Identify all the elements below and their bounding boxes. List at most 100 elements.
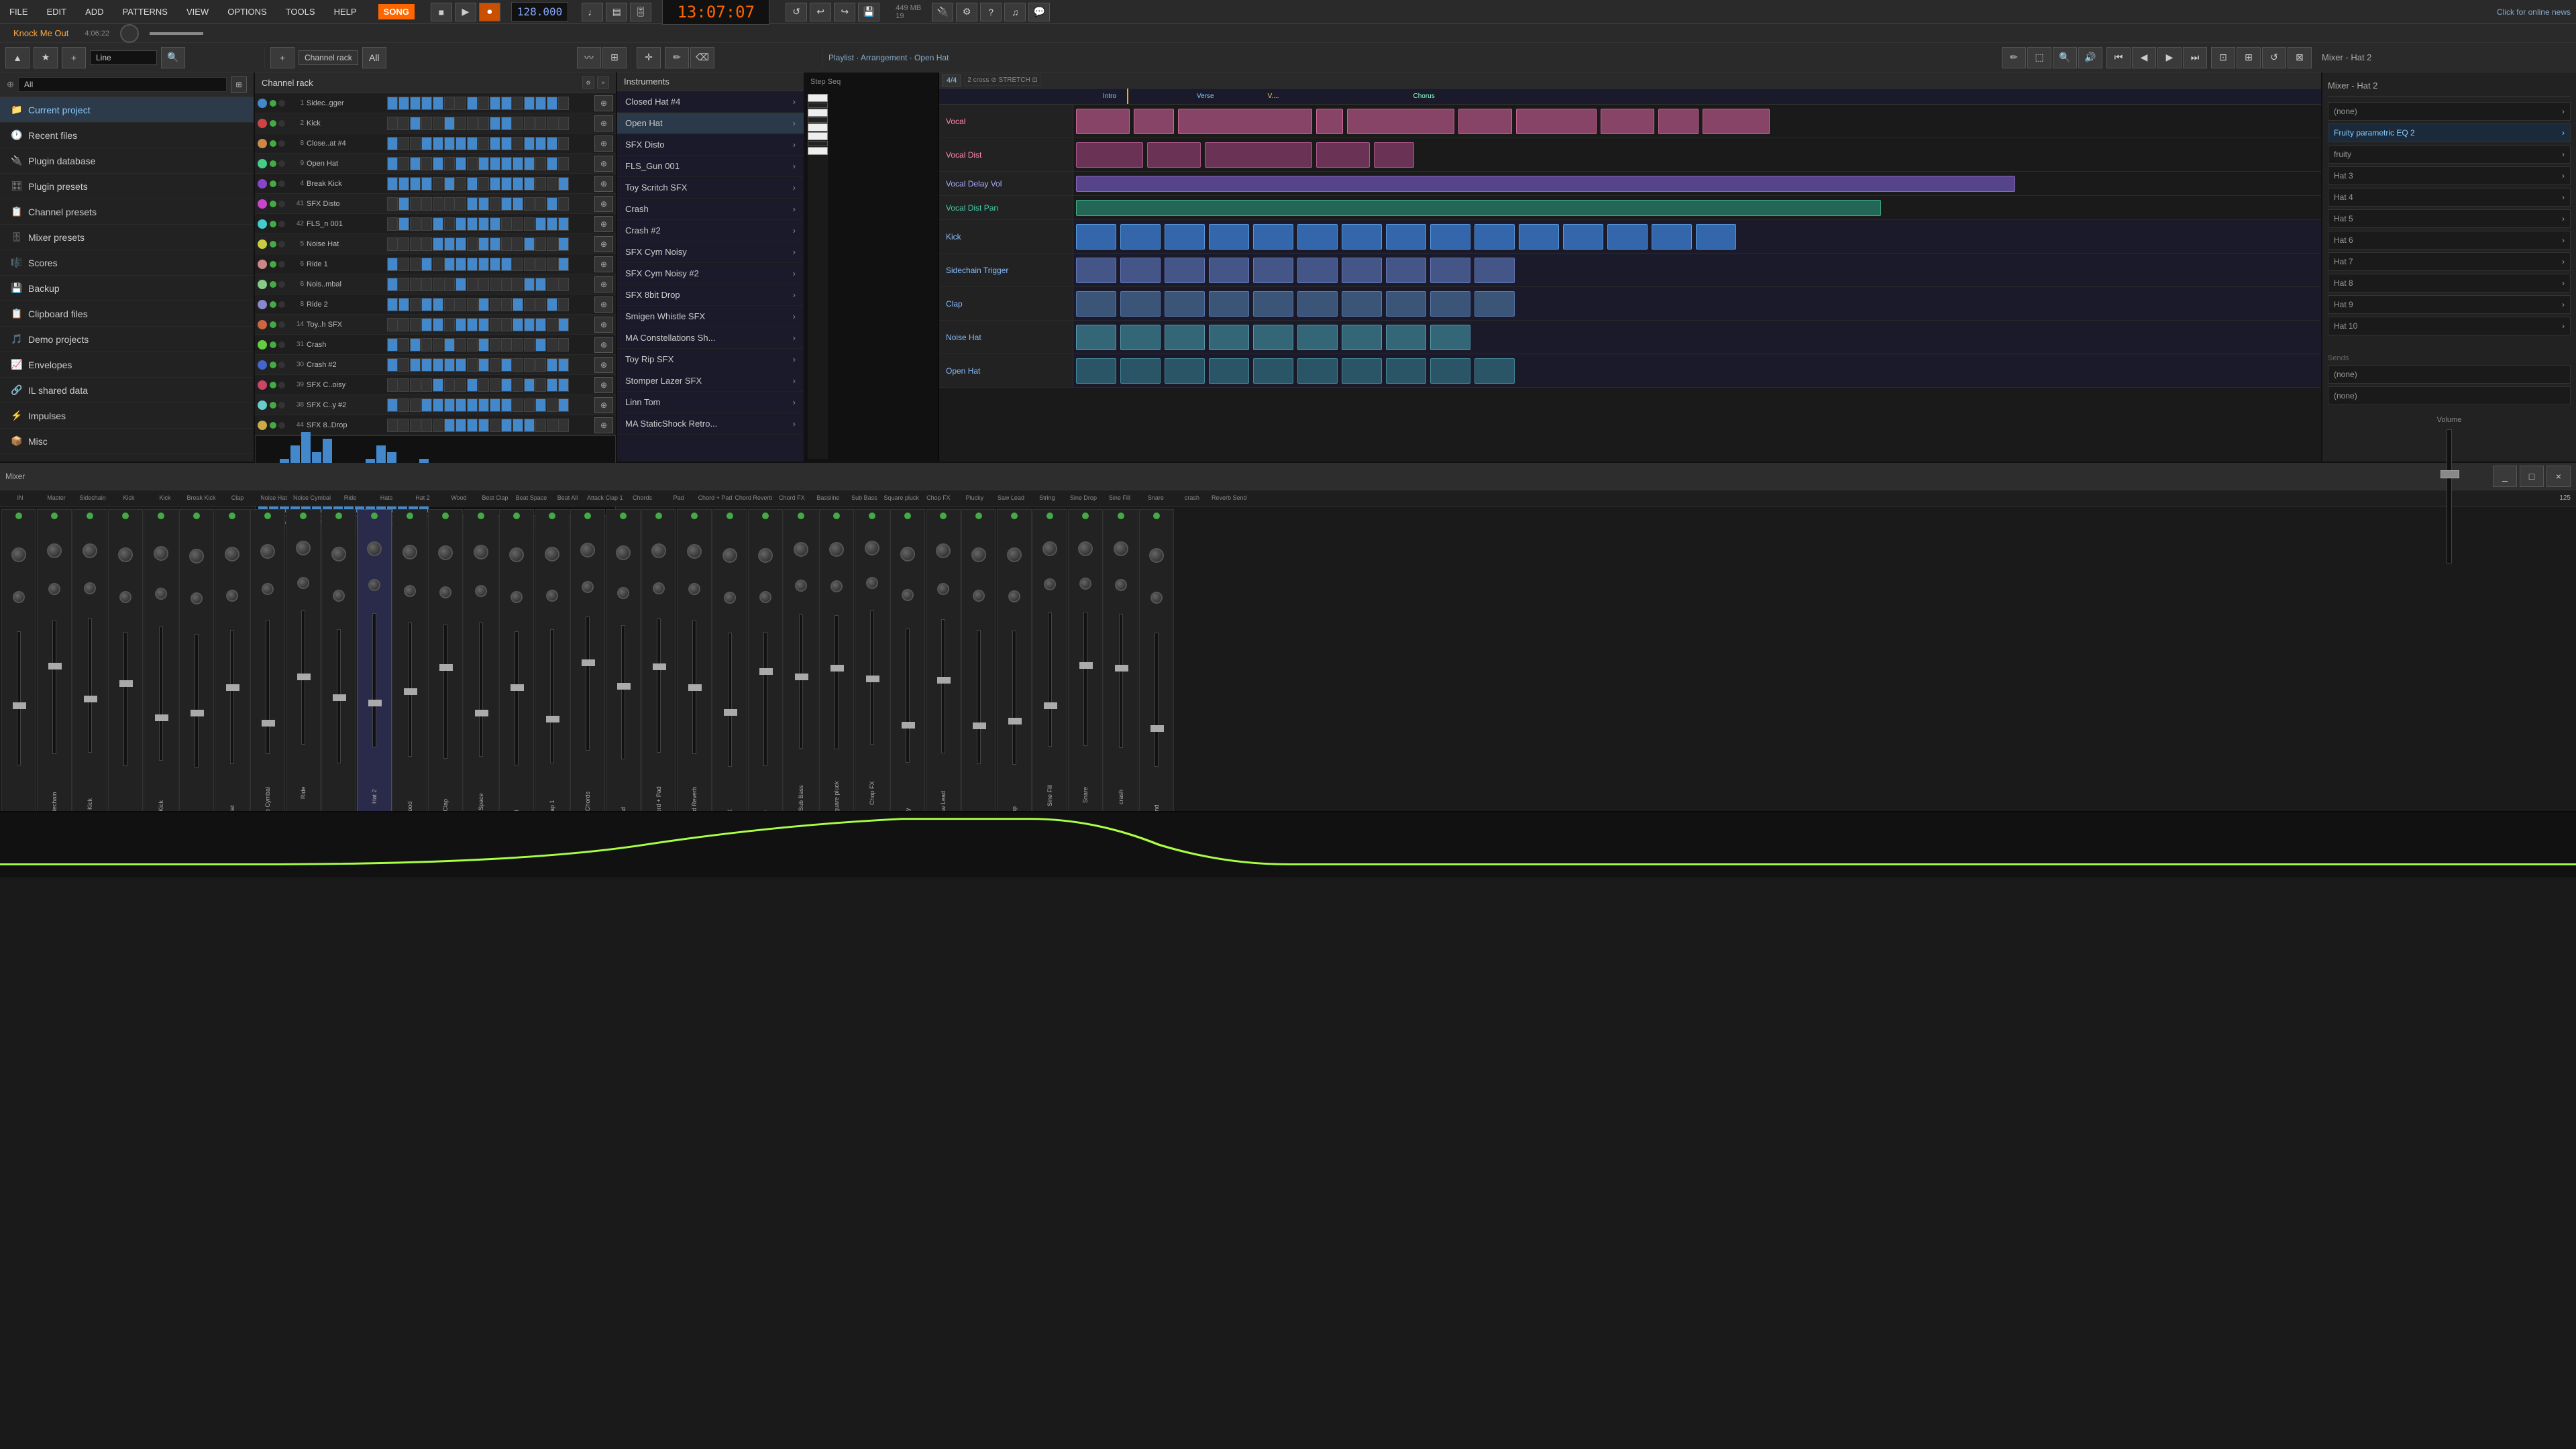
ch-fader-handle[interactable]	[724, 709, 737, 716]
sidebar-item-scores[interactable]: 🎼Scores	[0, 250, 254, 276]
ch-fader-handle[interactable]	[13, 702, 26, 709]
pl-clip-kick[interactable]	[1076, 224, 1116, 250]
cr-step[interactable]	[535, 398, 546, 412]
ch-pan-knob[interactable]	[474, 545, 488, 559]
ch-color-dot[interactable]	[258, 139, 267, 148]
pl-snap-btn[interactable]: 2 cross ⊘ STRETCH ⊡	[964, 74, 1041, 86]
browser-search[interactable]: Line	[90, 50, 157, 65]
cr-step[interactable]	[410, 237, 421, 251]
ch-fader-handle[interactable]	[48, 663, 62, 669]
cr-step[interactable]	[410, 298, 421, 311]
instrument-item[interactable]: Toy Scritch SFX›	[617, 177, 804, 199]
menu-edit[interactable]: EDIT	[42, 4, 70, 19]
fx-slot[interactable]: fruity›	[2328, 145, 2571, 164]
cr-step[interactable]	[455, 338, 466, 352]
ch-led[interactable]	[833, 513, 840, 519]
cr-step[interactable]	[501, 217, 512, 231]
instrument-item[interactable]: Toy Rip SFX›	[617, 349, 804, 370]
cr-step[interactable]	[501, 398, 512, 412]
pl-clip-clap[interactable]	[1165, 291, 1205, 317]
cr-step[interactable]	[524, 258, 535, 271]
ch-fader[interactable]	[230, 630, 234, 764]
ch-pan-knob[interactable]	[367, 541, 382, 556]
cr-step[interactable]	[558, 358, 569, 372]
cr-step[interactable]	[467, 318, 478, 331]
cr-step[interactable]	[387, 419, 398, 432]
ch-active-led[interactable]	[270, 160, 276, 167]
ch-aux-knob[interactable]	[511, 591, 523, 603]
ch-led[interactable]	[15, 513, 22, 519]
pl-clip-clap[interactable]	[1253, 291, 1293, 317]
cr-step[interactable]	[535, 419, 546, 432]
cr-step[interactable]	[410, 398, 421, 412]
ch-color-dot[interactable]	[258, 119, 267, 128]
ch-pan-knob[interactable]	[794, 542, 808, 557]
cr-step[interactable]	[455, 117, 466, 130]
cr-step[interactable]	[421, 137, 432, 150]
cr-step[interactable]	[467, 177, 478, 191]
cr-step[interactable]	[513, 137, 523, 150]
pl-clip-oh[interactable]	[1430, 358, 1470, 384]
ch-pan-knob[interactable]	[1149, 548, 1164, 563]
ch-led[interactable]	[655, 513, 662, 519]
pl-clip[interactable]	[1178, 109, 1312, 134]
sidebar-item-il-shared-data[interactable]: 🔗IL shared data	[0, 378, 254, 403]
cr-step[interactable]	[444, 177, 455, 191]
cr-step[interactable]	[455, 378, 466, 392]
cr-step[interactable]	[558, 338, 569, 352]
ch-fader[interactable]	[941, 619, 945, 753]
piano-key-g[interactable]	[808, 147, 828, 155]
pl-clip-nh[interactable]	[1209, 325, 1249, 350]
ch-active-led[interactable]	[270, 341, 276, 348]
pl-clip-kick[interactable]	[1386, 224, 1426, 250]
ch-fader-handle[interactable]	[546, 716, 559, 722]
cr-step[interactable]	[478, 318, 489, 331]
cr-step[interactable]	[490, 237, 500, 251]
ch-pan-knob[interactable]	[971, 547, 986, 562]
cr-step[interactable]	[467, 378, 478, 392]
pl-clip[interactable]	[1134, 109, 1174, 134]
ch-led[interactable]	[798, 513, 804, 519]
cr-step[interactable]	[501, 358, 512, 372]
sidebar-item-recent-files[interactable]: 🕐Recent files	[0, 123, 254, 148]
cr-step[interactable]	[398, 197, 409, 211]
cr-step[interactable]	[501, 419, 512, 432]
ch-aux-knob[interactable]	[1115, 579, 1127, 591]
cr-step[interactable]	[547, 117, 557, 130]
fx-slot[interactable]: Fruity parametric EQ 2›	[2328, 123, 2571, 142]
cr-step[interactable]	[490, 378, 500, 392]
ch-led[interactable]	[300, 513, 307, 519]
ch-mute-led[interactable]	[278, 362, 285, 368]
ch-fader-handle[interactable]	[830, 665, 844, 672]
pl-clip-oh[interactable]	[1253, 358, 1293, 384]
ch-aux-knob[interactable]	[724, 592, 736, 604]
cr-step[interactable]	[387, 137, 398, 150]
ch-fader[interactable]	[515, 631, 519, 765]
ch-mute-led[interactable]	[278, 301, 285, 308]
ch-fader[interactable]	[88, 619, 92, 753]
ch-led[interactable]	[229, 513, 235, 519]
cr-step[interactable]	[501, 298, 512, 311]
pl-clip-nh[interactable]	[1120, 325, 1161, 350]
save-icon[interactable]: 💾	[858, 3, 879, 21]
ch-mute-led[interactable]	[278, 402, 285, 409]
ch-knob-btn[interactable]: ⊕	[594, 317, 613, 333]
cr-step[interactable]	[444, 217, 455, 231]
cr-step[interactable]	[444, 258, 455, 271]
browser-up-icon[interactable]: ▲	[5, 47, 30, 68]
cr-step[interactable]	[547, 318, 557, 331]
cr-step[interactable]	[490, 197, 500, 211]
cr-step[interactable]	[387, 298, 398, 311]
ch-active-led[interactable]	[270, 301, 276, 308]
ch-pan-knob[interactable]	[865, 541, 879, 555]
instrument-item[interactable]: Stomper Lazer SFX›	[617, 370, 804, 392]
ch-fader-handle[interactable]	[1150, 725, 1164, 732]
cr-step[interactable]	[547, 278, 557, 291]
cr-step[interactable]	[524, 117, 535, 130]
ch-color-dot[interactable]	[258, 159, 267, 168]
ch-fader[interactable]	[159, 627, 163, 761]
menu-view[interactable]: VIEW	[182, 4, 213, 19]
cr-step[interactable]	[387, 157, 398, 170]
ch-led[interactable]	[762, 513, 769, 519]
ch-led[interactable]	[158, 513, 164, 519]
